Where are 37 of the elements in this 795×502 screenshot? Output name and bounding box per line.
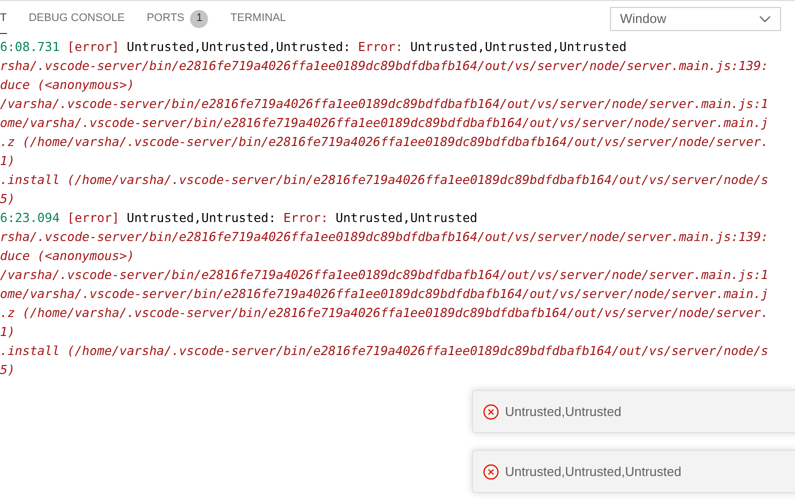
- log-timestamp: 6:08.731: [0, 38, 60, 56]
- log-source: Untrusted,Untrusted,Untrusted:: [126, 38, 351, 56]
- stack-trace-line: rsha/.vscode-server/bin/e2816fe719a4026ffa1ee0189dc89bdfdbafb164/out/vs/server/node/server.main.js:139:: [0, 229, 768, 244]
- output-channel-dropdown[interactable]: Window: [610, 7, 781, 31]
- stack-trace-line: .install (/home/varsha/.vscode-server/bin/e2816fe719a4026ffa1ee0189dc89bdfdbafb164/out/vs/server/node/s: [0, 343, 768, 358]
- stack-trace-line: .z (/home/varsha/.vscode-server/bin/e2816fe719a4026ffa1ee0189dc89bdfdbafb164/out/vs/server/node/server.: [0, 305, 768, 320]
- panel-tab[interactable]: TERMINAL: [230, 4, 286, 34]
- log-message: Untrusted,Untrusted,Untrusted: [410, 38, 627, 56]
- stack-trace-line: /varsha/.vscode-server/bin/e2816fe719a4026ffa1ee0189dc89bdfdbafb164/out/vs/server/node/server.main.js:1: [0, 96, 768, 111]
- error-label: Error:: [358, 38, 403, 56]
- panel-tab[interactable]: DEBUG CONSOLE: [28, 4, 125, 34]
- chevron-down-icon: [759, 15, 771, 23]
- panel-tab[interactable]: T: [0, 4, 7, 34]
- log-timestamp: 6:23.094: [0, 209, 60, 227]
- stack-trace-line: .z (/home/varsha/.vscode-server/bin/e2816fe719a4026ffa1ee0189dc89bdfdbafb164/out/vs/server/node/server.: [0, 134, 768, 149]
- error-icon: [483, 404, 499, 420]
- stack-trace-line: /varsha/.vscode-server/bin/e2816fe719a4026ffa1ee0189dc89bdfdbafb164/out/vs/server/node/server.main.js:1: [0, 267, 768, 282]
- stack-trace-line: ome/varsha/.vscode-server/bin/e2816fe719a4026ffa1ee0189dc89bdfdbafb164/out/vs/server/node/server.main.j: [0, 286, 768, 301]
- stack-trace-line: rsha/.vscode-server/bin/e2816fe719a4026ffa1ee0189dc89bdfdbafb164/out/vs/server/node/server.main.js:139:: [0, 58, 768, 73]
- stack-trace-line: duce (<anonymous>): [0, 77, 134, 92]
- error-label: Error:: [283, 209, 328, 227]
- stack-trace-line: ome/varsha/.vscode-server/bin/e2816fe719a4026ffa1ee0189dc89bdfdbafb164/out/vs/server/node/server.main.j: [0, 115, 768, 130]
- stack-trace-line: 1): [0, 153, 15, 168]
- count-badge: 1: [190, 10, 208, 28]
- panel-tab[interactable]: PORTS 1: [146, 4, 208, 34]
- error-icon: [483, 464, 499, 480]
- log-source: Untrusted,Untrusted:: [126, 209, 276, 227]
- stack-trace-line: 5): [0, 362, 15, 377]
- stack-trace-line: duce (<anonymous>): [0, 248, 134, 263]
- stack-trace-line: 1): [0, 324, 15, 339]
- notification-message: Untrusted,Untrusted,Untrusted: [505, 462, 682, 481]
- log-level: [error]: [67, 209, 120, 227]
- log-level: [error]: [67, 38, 120, 56]
- stack-trace-line: 5): [0, 191, 15, 206]
- log-message: Untrusted,Untrusted: [336, 209, 478, 227]
- stack-trace-line: .install (/home/varsha/.vscode-server/bin/e2816fe719a4026ffa1ee0189dc89bdfdbafb164/out/vs/server/node/s: [0, 172, 768, 187]
- notification-message: Untrusted,Untrusted: [505, 402, 622, 421]
